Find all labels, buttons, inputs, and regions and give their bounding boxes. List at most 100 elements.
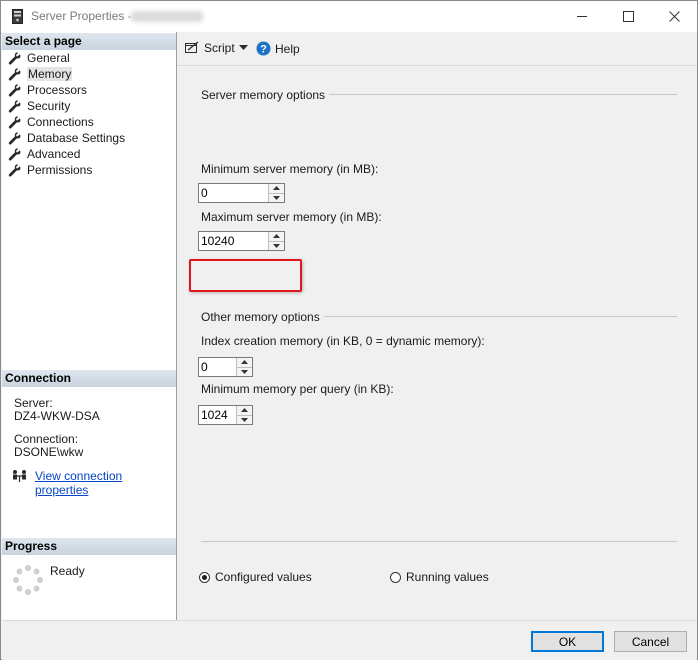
wrench-icon [8, 116, 21, 129]
max-server-memory-input[interactable] [199, 232, 268, 250]
arrow-down-icon [273, 243, 280, 248]
arrow-up-icon [241, 408, 248, 413]
memory-page-content: Server memory options Minimum server mem… [177, 66, 697, 620]
script-icon [185, 41, 199, 53]
max-server-memory-spinner[interactable] [198, 231, 285, 251]
help-icon: ? [256, 41, 271, 56]
window-title: Server Properties - [31, 9, 132, 23]
page-label: Memory [27, 67, 73, 81]
min-memory-per-query-spinner[interactable] [198, 405, 253, 425]
max-server-memory-label: Maximum server memory (in MB): [201, 210, 382, 224]
index-creation-memory-input[interactable] [199, 358, 236, 376]
page-label: Security [27, 99, 71, 113]
wrench-icon [8, 148, 21, 161]
chevron-down-icon [239, 45, 248, 50]
script-label: Script [204, 41, 235, 55]
select-page-header: Select a page [2, 33, 176, 50]
other-memory-group-title: Other memory options [201, 310, 324, 324]
min-server-memory-input[interactable] [199, 184, 268, 202]
minimize-icon [576, 16, 587, 17]
arrow-down-icon [241, 417, 248, 422]
spin-down-button[interactable] [237, 414, 252, 424]
arrow-up-icon [241, 360, 248, 365]
spinner-arrows[interactable] [236, 406, 252, 424]
progress-status: Ready [50, 564, 85, 578]
script-dropdown-button[interactable] [239, 45, 248, 51]
values-divider [201, 541, 677, 542]
running-values-radio[interactable]: Running values [390, 570, 489, 584]
spin-up-button[interactable] [269, 232, 284, 241]
page-label: Database Settings [27, 131, 126, 145]
min-memory-per-query-input[interactable] [199, 406, 236, 424]
wrench-icon [8, 68, 21, 81]
spinner-arrows[interactable] [268, 184, 284, 202]
spin-up-button[interactable] [237, 406, 252, 415]
spin-down-button[interactable] [237, 366, 252, 376]
page-label: Connections [27, 115, 94, 129]
view-connection-properties-link[interactable]: View connection properties [35, 469, 176, 497]
cancel-button[interactable]: Cancel [614, 631, 687, 652]
arrow-down-icon [241, 369, 248, 374]
page-label: Advanced [27, 147, 81, 161]
script-button[interactable]: Script [185, 41, 235, 55]
server-memory-group-title: Server memory options [201, 88, 330, 102]
spin-up-button[interactable] [237, 358, 252, 367]
page-item-security[interactable]: Security [8, 98, 70, 114]
help-button[interactable]: ? Help [256, 41, 300, 56]
wrench-icon [8, 164, 21, 177]
page-label: Processors [27, 83, 88, 97]
min-server-memory-label: Minimum server memory (in MB): [201, 162, 379, 176]
min-server-memory-spinner[interactable] [198, 183, 285, 203]
app-icon [12, 9, 23, 24]
wrench-icon [8, 100, 21, 113]
page-item-general[interactable]: General [8, 50, 70, 66]
spin-down-button[interactable] [269, 192, 284, 202]
page-label: General [27, 51, 70, 65]
configured-values-radio[interactable]: Configured values [199, 570, 312, 584]
index-creation-memory-label: Index creation memory (in KB, 0 = dynami… [201, 334, 485, 348]
wrench-icon [8, 52, 21, 65]
index-creation-memory-spinner[interactable] [198, 357, 253, 377]
connection-label: Connection: [14, 432, 79, 446]
maximize-icon [622, 11, 634, 22]
radio-circle [199, 571, 210, 583]
spin-down-button[interactable] [269, 240, 284, 250]
arrow-up-icon [273, 234, 280, 239]
close-button[interactable] [651, 1, 697, 32]
spinner-arrows[interactable] [268, 232, 284, 250]
page-item-permissions[interactable]: Permissions [8, 162, 92, 178]
connection-header: Connection [2, 370, 176, 387]
dialog-footer: OK Cancel [2, 620, 697, 660]
maximize-button[interactable] [605, 1, 651, 32]
page-label: Permissions [27, 163, 93, 177]
page-item-advanced[interactable]: Advanced [8, 146, 80, 162]
ok-button[interactable]: OK [531, 631, 604, 652]
svg-text:?: ? [260, 44, 267, 56]
running-values-label: Running values [406, 570, 489, 584]
progress-header: Progress [2, 538, 176, 555]
arrow-down-icon [273, 195, 280, 200]
server-properties-window: Server Properties - Select a page Genera… [0, 0, 698, 660]
server-name-redacted [131, 11, 203, 22]
page-item-connections[interactable]: Connections [8, 114, 94, 130]
page-item-processors[interactable]: Processors [8, 82, 87, 98]
toolbar: Script ? Help [177, 32, 697, 66]
left-pane: Select a page General Memory Processors … [2, 32, 177, 620]
radio-selected-dot [202, 574, 207, 580]
connection-value: DSONE\wkw [14, 445, 84, 459]
minimize-button[interactable] [559, 1, 605, 32]
page-item-database-settings[interactable]: Database Settings [8, 130, 125, 146]
max-memory-highlight-box [189, 259, 302, 292]
close-icon [668, 11, 680, 22]
title-bar[interactable]: Server Properties - [1, 1, 697, 32]
wrench-icon [8, 132, 21, 145]
server-value: DZ4-WKW-DSA [14, 409, 100, 423]
spin-up-button[interactable] [269, 184, 284, 193]
page-item-memory[interactable]: Memory [8, 66, 73, 82]
spinner-arrows[interactable] [236, 358, 252, 376]
server-label: Server: [14, 396, 53, 410]
radio-circle [390, 571, 401, 583]
configured-values-label: Configured values [215, 570, 312, 584]
spinner-icon [13, 565, 43, 595]
right-pane: Script ? Help Server memory options Mini… [177, 32, 697, 620]
